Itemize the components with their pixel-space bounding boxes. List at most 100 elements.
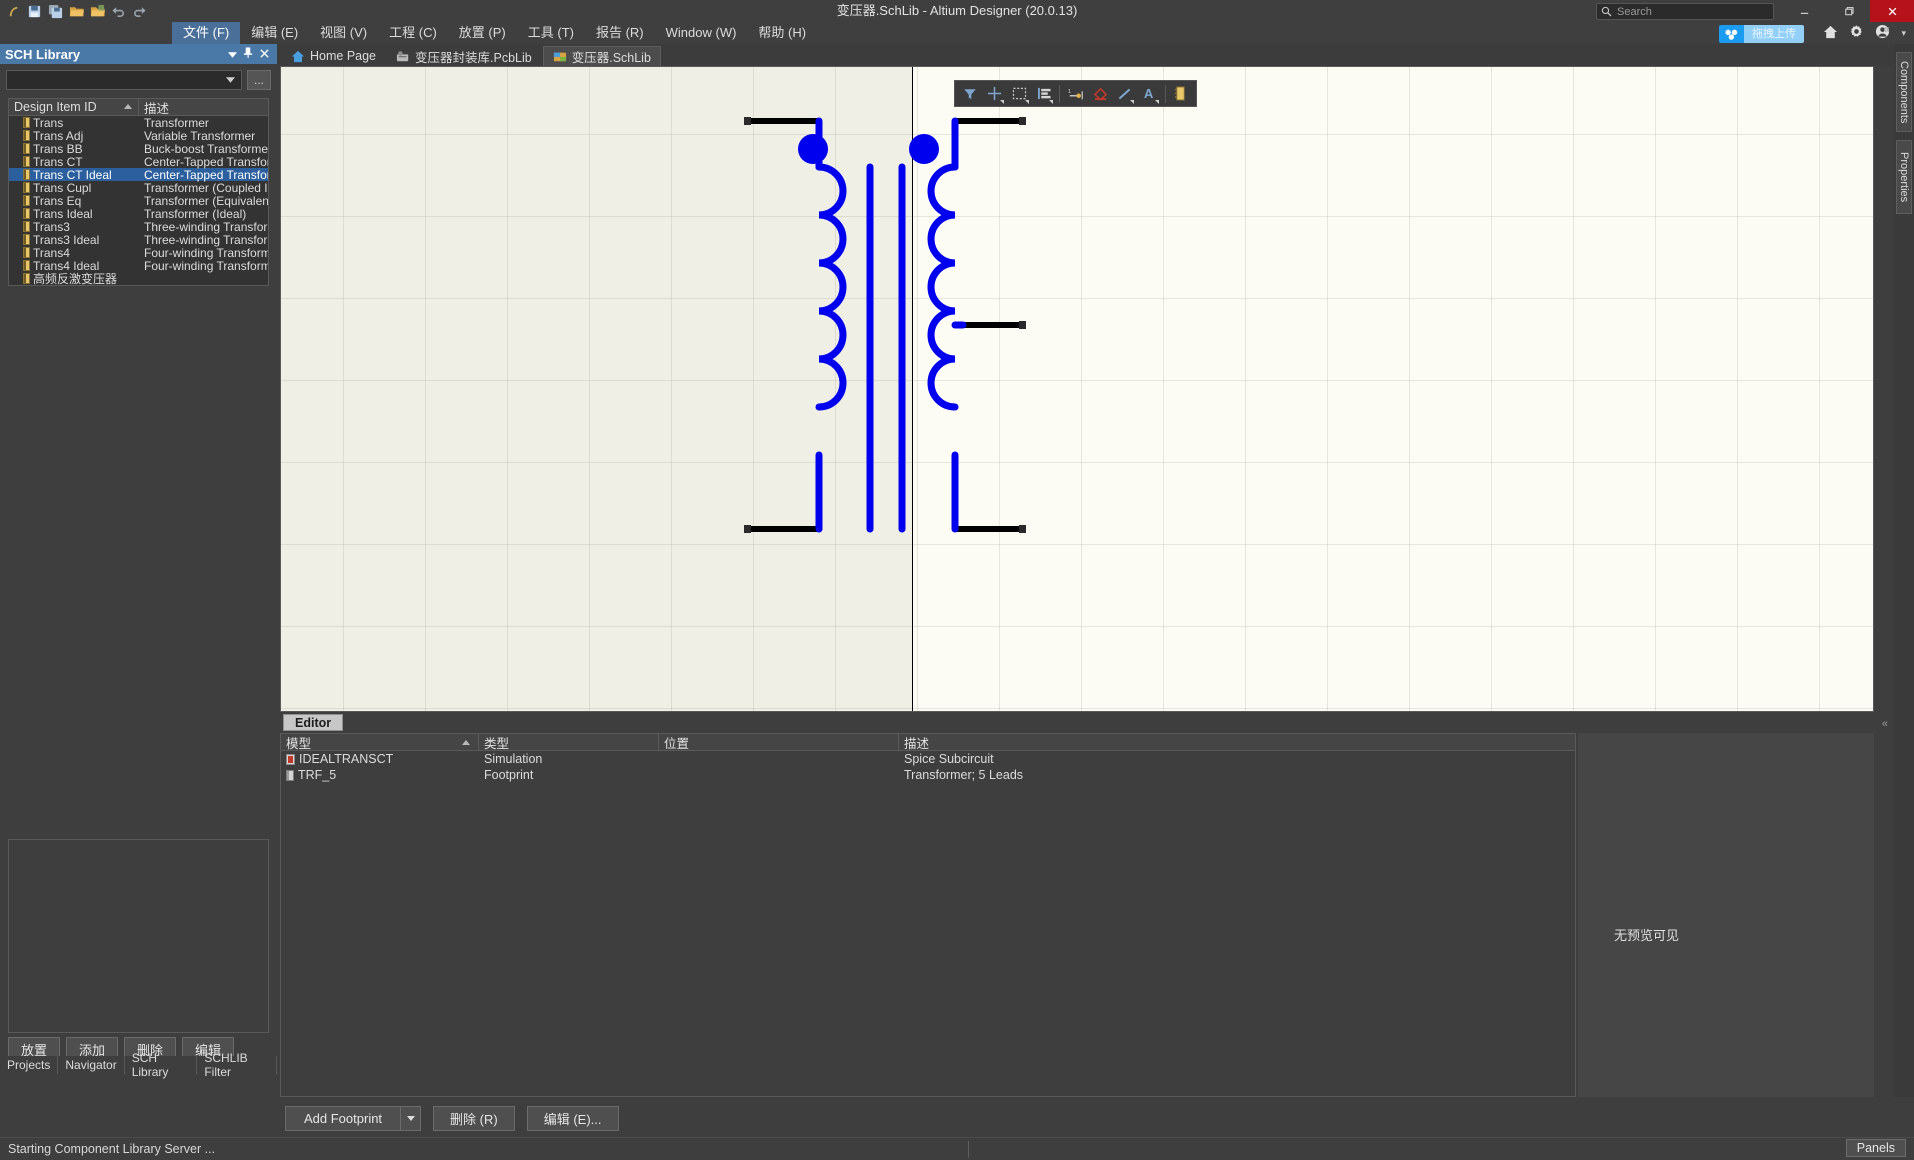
- redo-icon[interactable]: [130, 2, 149, 21]
- altium-365-icon[interactable]: [1719, 25, 1744, 43]
- collapse-canvas-icon[interactable]: «: [1883, 22, 1890, 36]
- library-item-row[interactable]: 高频反激变压器: [9, 272, 268, 286]
- panel-pin-icon[interactable]: [240, 47, 256, 61]
- place-pin-icon[interactable]: 1: [1064, 83, 1087, 105]
- library-item-row[interactable]: Trans Eq Transformer (Equivalent: [9, 194, 268, 208]
- model-table-row[interactable]: TRF_5 Footprint Transformer; 5 Leads: [281, 767, 1575, 783]
- menu-reports[interactable]: 报告 (R): [585, 22, 655, 44]
- menu-tools[interactable]: 工具 (T): [517, 22, 585, 44]
- component-icon: [23, 169, 30, 180]
- library-item-row[interactable]: Trans Cupl Transformer (Coupled In: [9, 181, 268, 195]
- chevron-down-icon[interactable]: ▾: [1901, 28, 1906, 39]
- home-icon[interactable]: [1823, 25, 1838, 42]
- library-item-id-cell: Trans3 Ideal: [9, 233, 139, 247]
- panel-tab-projects[interactable]: Projects: [0, 1056, 59, 1074]
- library-item-row[interactable]: Trans3 Three-winding Transform: [9, 219, 268, 234]
- minimize-button[interactable]: [1782, 0, 1826, 22]
- menu-view[interactable]: 视图 (V): [309, 22, 378, 44]
- model-table-row[interactable]: IDEALTRANSCT Simulation Spice Subcircuit: [281, 751, 1575, 767]
- column-header-description[interactable]: 描述: [899, 734, 1575, 751]
- doc-tab-schlib[interactable]: 变压器.SchLib: [542, 46, 661, 66]
- panel-dropdown-icon[interactable]: [224, 47, 240, 61]
- library-item-row[interactable]: Trans4 Four-winding Transform: [9, 246, 268, 260]
- library-filter-options-button[interactable]: ...: [247, 70, 271, 90]
- edit-model-button[interactable]: 编辑 (E)...: [526, 1105, 619, 1131]
- collapse-model-table-icon[interactable]: «: [1882, 718, 1888, 730]
- model-table[interactable]: 模型 类型 位置 描述 IDEALTRANSCT Simulation Spice …: [280, 733, 1576, 1097]
- filter-icon[interactable]: [959, 83, 982, 105]
- chevron-down-icon[interactable]: [1154, 99, 1159, 104]
- secondary-winding: [927, 117, 967, 533]
- search-icon: [1601, 6, 1612, 17]
- library-item-row[interactable]: Trans BB Buck-boost Transformer (: [9, 141, 268, 156]
- model-type: Simulation: [484, 752, 543, 766]
- add-footprint-dropdown-icon[interactable]: [401, 1105, 422, 1131]
- column-header-design-item-id[interactable]: Design Item ID: [9, 99, 139, 115]
- column-header-location[interactable]: 位置: [659, 734, 899, 751]
- add-footprint-label: Add Footprint: [304, 1110, 383, 1126]
- chevron-down-icon[interactable]: [1049, 99, 1054, 104]
- library-item-desc: Three-winding Transform: [144, 219, 268, 234]
- global-search-box[interactable]: Search: [1596, 3, 1774, 20]
- open-icon[interactable]: [67, 2, 86, 21]
- menu-help[interactable]: 帮助 (H): [747, 22, 817, 44]
- library-item-row[interactable]: Trans CT Ideal Center-Tapped Transform: [9, 167, 268, 182]
- add-footprint-button[interactable]: Add Footprint: [285, 1105, 402, 1131]
- save-icon[interactable]: [25, 2, 44, 21]
- library-item-id: Trans CT Ideal: [33, 167, 112, 182]
- gear-icon[interactable]: [1849, 24, 1864, 42]
- menu-file[interactable]: 文件 (F): [172, 22, 241, 44]
- library-item-row[interactable]: Trans3 Ideal Three-winding Transform: [9, 233, 268, 247]
- cloud-upload-widget[interactable]: 拖拽上传: [1719, 25, 1804, 43]
- add-footprint-split-button[interactable]: Add Footprint: [285, 1105, 422, 1131]
- library-filter-combo[interactable]: [6, 70, 242, 90]
- library-item-id: Trans BB: [33, 141, 83, 156]
- align-icon[interactable]: [1033, 83, 1056, 105]
- crosshair-place-icon[interactable]: [984, 83, 1007, 105]
- open-project-icon[interactable]: [88, 2, 107, 21]
- right-tab-properties[interactable]: Properties: [1896, 140, 1912, 214]
- library-item-id-cell: Trans Adj: [9, 129, 139, 143]
- undo-icon[interactable]: [109, 2, 128, 21]
- maximize-button[interactable]: [1826, 0, 1870, 22]
- panel-tab-navigator[interactable]: Navigator: [58, 1056, 125, 1074]
- rectangle-select-icon[interactable]: [1008, 83, 1031, 105]
- column-header-model[interactable]: 模型: [281, 734, 479, 751]
- column-header-type[interactable]: 类型: [479, 734, 659, 751]
- menu-place[interactable]: 放置 (P): [448, 22, 517, 44]
- menu-edit[interactable]: 编辑 (E): [240, 22, 309, 44]
- library-item-row[interactable]: Trans Ideal Transformer (Ideal): [9, 207, 268, 221]
- library-item-row[interactable]: Trans Adj Variable Transformer: [9, 129, 268, 143]
- chevron-down-icon[interactable]: [1024, 99, 1029, 104]
- right-tab-components[interactable]: Components: [1896, 52, 1912, 132]
- save-all-icon[interactable]: [46, 2, 65, 21]
- menu-window[interactable]: Window (W): [655, 22, 748, 44]
- library-item-row[interactable]: Trans Transformer: [9, 116, 268, 130]
- close-button[interactable]: [1870, 0, 1914, 22]
- doc-tab-pcblib[interactable]: 变压器封装库.PcbLib: [387, 46, 541, 66]
- place-text-icon[interactable]: A: [1138, 83, 1161, 105]
- doc-tab-home-page[interactable]: Home Page: [282, 46, 385, 66]
- panel-tab-sch-library[interactable]: SCH Library: [125, 1051, 198, 1079]
- menu-project[interactable]: 工程 (C): [378, 22, 448, 44]
- place-line-icon[interactable]: [1113, 83, 1136, 105]
- center-tapped-ideal-transformer-symbol[interactable]: [281, 67, 1874, 712]
- library-item-desc: Center-Tapped Transform: [144, 167, 268, 182]
- cloud-upload-label[interactable]: 拖拽上传: [1744, 25, 1804, 43]
- panels-button[interactable]: Panels: [1845, 1139, 1906, 1157]
- toolbar-separator: [1164, 84, 1166, 103]
- column-label-design-item-id: Design Item ID: [14, 100, 97, 114]
- editor-tab[interactable]: Editor: [283, 714, 344, 731]
- panel-tab-schlib-filter[interactable]: SCHLIB Filter: [197, 1051, 277, 1079]
- library-item-row[interactable]: Trans CT Center-Tapped Transform: [9, 155, 268, 169]
- column-header-description[interactable]: 描述: [139, 99, 268, 116]
- place-polygon-icon[interactable]: [1089, 83, 1112, 105]
- component-icon: [23, 234, 30, 245]
- altium-logo-icon[interactable]: [4, 2, 23, 21]
- chevron-down-icon[interactable]: [1129, 99, 1134, 104]
- chevron-down-icon[interactable]: [1000, 99, 1005, 104]
- schematic-canvas[interactable]: 1 A: [280, 66, 1874, 712]
- panel-close-icon[interactable]: [256, 47, 272, 61]
- delete-model-button[interactable]: 删除 (R): [433, 1105, 515, 1131]
- place-part-icon[interactable]: [1169, 83, 1192, 105]
